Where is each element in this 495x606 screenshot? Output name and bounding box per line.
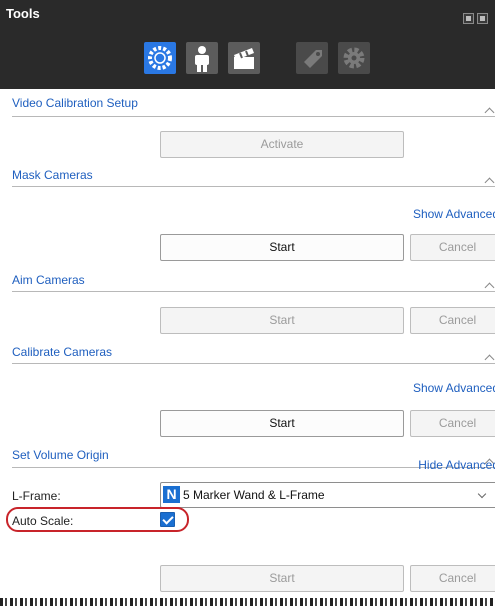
mask-start-button[interactable]: Start — [160, 234, 404, 261]
clapperboard-icon[interactable] — [228, 42, 260, 74]
mask-cancel-button[interactable]: Cancel — [410, 234, 495, 261]
aim-start-button[interactable]: Start — [160, 307, 404, 334]
lframe-label: L-Frame: — [12, 489, 61, 503]
section-title-video-calibration[interactable]: Video Calibration Setup — [12, 96, 138, 110]
restore-button[interactable] — [477, 13, 488, 24]
skeleton-icon[interactable] — [186, 42, 218, 74]
calibration-icon[interactable] — [144, 42, 176, 74]
section-title-set-volume-origin[interactable]: Set Volume Origin — [12, 448, 109, 462]
origin-start-button[interactable]: Start — [160, 565, 404, 592]
tag-icon[interactable] — [296, 42, 328, 74]
origin-cancel-button[interactable]: Cancel — [410, 565, 495, 592]
lframe-dropdown[interactable]: N 5 Marker Wand & L-Frame — [160, 482, 495, 508]
calibrate-show-advanced-link[interactable]: Show Advanced — [413, 381, 495, 395]
section-divider — [12, 282, 495, 293]
activate-button[interactable]: Activate — [160, 131, 404, 158]
pin-button[interactable] — [463, 13, 474, 24]
panel-title: Tools — [6, 6, 40, 21]
calibrate-start-button[interactable]: Start — [160, 410, 404, 437]
tools-panel-header: Tools — [0, 0, 495, 89]
section-title-calibrate-cameras[interactable]: Calibrate Cameras — [12, 345, 112, 359]
lframe-type-icon: N — [163, 486, 180, 503]
section-divider — [12, 107, 495, 118]
section-divider — [12, 177, 495, 188]
bottom-pattern-strip — [0, 598, 495, 606]
origin-hide-advanced-link[interactable]: Hide Advanced — [418, 458, 495, 472]
section-title-mask-cameras[interactable]: Mask Cameras — [12, 168, 93, 182]
aim-cancel-button[interactable]: Cancel — [410, 307, 495, 334]
section-divider — [12, 354, 495, 365]
calibrate-cancel-button[interactable]: Cancel — [410, 410, 495, 437]
gear-icon[interactable] — [338, 42, 370, 74]
mask-show-advanced-link[interactable]: Show Advanced — [413, 207, 495, 221]
section-title-aim-cameras[interactable]: Aim Cameras — [12, 273, 85, 287]
lframe-selected-value: 5 Marker Wand & L-Frame — [183, 488, 325, 502]
autoscale-highlight-annotation — [6, 507, 189, 532]
chevron-down-icon — [477, 489, 487, 499]
